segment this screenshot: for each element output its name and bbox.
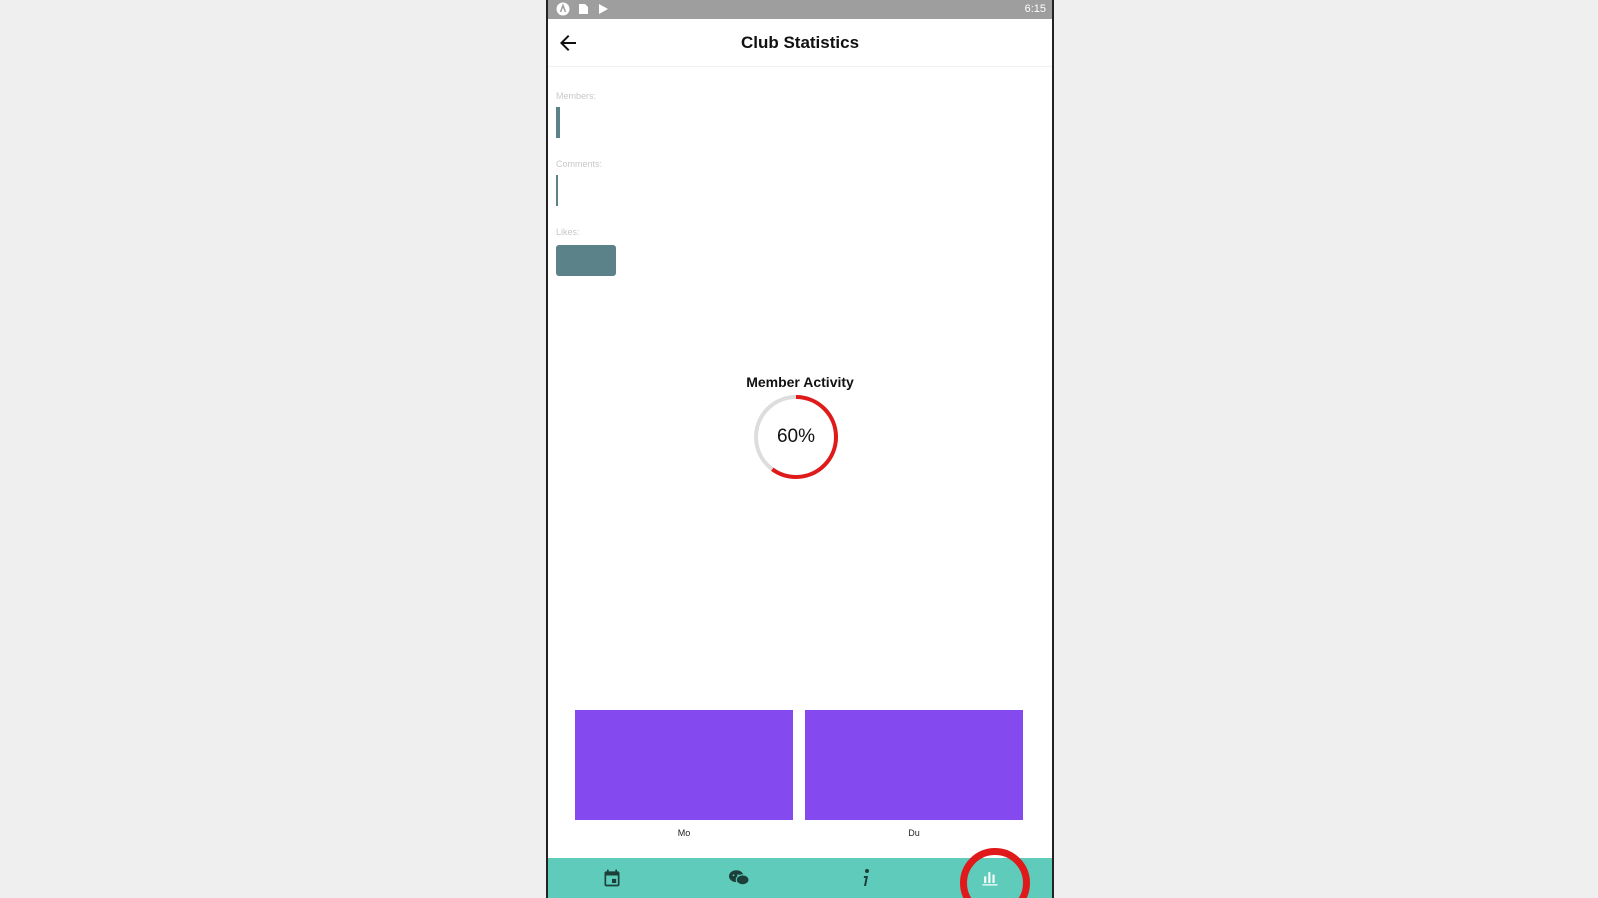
chart-tick-label: Du [908, 828, 920, 838]
likes-bar [556, 245, 616, 276]
nav-chat[interactable] [719, 858, 759, 898]
sd-card-icon [576, 2, 590, 16]
members-label: Members: [556, 91, 597, 101]
comments-bar [556, 175, 558, 206]
page-title: Club Statistics [740, 33, 860, 52]
bottom-navigation [548, 858, 1052, 898]
chat-bubbles-icon [729, 870, 750, 886]
nav-info[interactable] [846, 858, 886, 898]
info-icon [863, 869, 869, 886]
comments-label: Comments: [556, 159, 603, 169]
app-notification-icon [556, 2, 570, 16]
calendar-icon [604, 869, 620, 887]
member-activity-title: Member Activity [746, 374, 854, 390]
nav-calendar[interactable] [592, 858, 632, 898]
play-store-icon [596, 2, 610, 16]
chart-bar-du [805, 710, 1023, 820]
chart-bar-mo [575, 710, 793, 820]
bar-chart-icon [982, 872, 998, 886]
app-bar: Club Statistics [548, 19, 1052, 67]
likes-label: Likes: [556, 227, 580, 237]
status-time: 6:15 [1024, 3, 1046, 15]
status-bar: 6:15 [548, 0, 1052, 19]
nav-statistics[interactable] [970, 858, 1010, 898]
chart-tick-label: Mo [677, 828, 691, 838]
phone-screen: 6:15 Club Statistics Members: Comments: … [546, 0, 1054, 898]
members-bar [556, 107, 560, 138]
member-activity-value: 60% [776, 426, 816, 447]
status-icons [556, 2, 610, 16]
